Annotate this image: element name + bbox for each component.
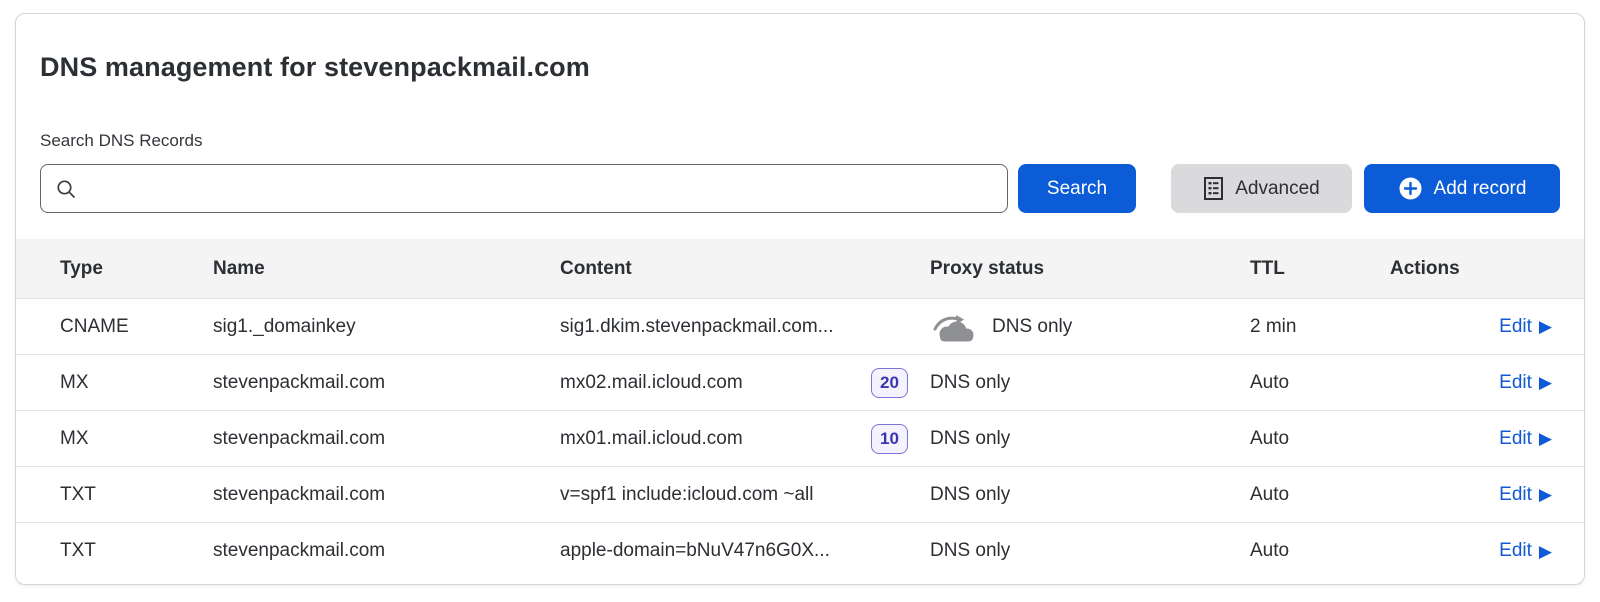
cell-proxy-status: DNS only (930, 372, 1250, 394)
header-proxy-status: Proxy status (930, 258, 1250, 280)
cell-name: sig1._domainkey (213, 316, 560, 338)
table-row: TXT stevenpackmail.com apple-domain=bNuV… (16, 523, 1584, 579)
edit-link[interactable]: Edit ▶ (1499, 540, 1552, 562)
search-box[interactable] (40, 164, 1008, 213)
table-row: CNAME sig1._domainkey sig1.dkim.stevenpa… (16, 299, 1584, 355)
table-row: TXT stevenpackmail.com v=spf1 include:ic… (16, 467, 1584, 523)
proxy-status-text: DNS only (930, 428, 1010, 450)
table-header-row: Type Name Content Proxy status TTL Actio… (16, 239, 1584, 299)
cell-content: apple-domain=bNuV47n6G0X... (560, 540, 930, 562)
cell-type: TXT (60, 540, 213, 562)
edit-link-label: Edit (1499, 428, 1532, 450)
plus-circle-icon (1398, 176, 1423, 201)
cell-ttl: 2 min (1250, 316, 1390, 338)
advanced-list-icon (1203, 176, 1224, 201)
edit-link-label: Edit (1499, 540, 1532, 562)
header-content: Content (560, 258, 930, 280)
edit-link-label: Edit (1499, 484, 1532, 506)
edit-link-label: Edit (1499, 372, 1532, 394)
cell-actions: Edit ▶ (1390, 484, 1584, 506)
add-record-button[interactable]: Add record (1364, 164, 1560, 213)
record-content: mx02.mail.icloud.com (560, 372, 743, 394)
dns-only-cloud-icon (930, 311, 976, 343)
edit-link[interactable]: Edit ▶ (1499, 372, 1552, 394)
priority-badge: 20 (871, 368, 908, 398)
edit-link[interactable]: Edit ▶ (1499, 428, 1552, 450)
record-content: mx01.mail.icloud.com (560, 428, 743, 450)
edit-arrow-icon: ▶ (1539, 486, 1552, 503)
search-label: Search DNS Records (40, 131, 1560, 151)
controls-row: Search Advanced (40, 164, 1560, 213)
cell-type: MX (60, 372, 213, 394)
header-name: Name (213, 258, 560, 280)
dns-records-table: Type Name Content Proxy status TTL Actio… (16, 239, 1584, 579)
page-title: DNS management for stevenpackmail.com (40, 14, 1560, 83)
edit-arrow-icon: ▶ (1539, 318, 1552, 335)
edit-arrow-icon: ▶ (1539, 374, 1552, 391)
cell-name: stevenpackmail.com (213, 540, 560, 562)
cell-proxy-status: DNS only (930, 428, 1250, 450)
cell-name: stevenpackmail.com (213, 372, 560, 394)
cell-type: TXT (60, 484, 213, 506)
cell-ttl: Auto (1250, 372, 1390, 394)
cell-actions: Edit ▶ (1390, 428, 1584, 450)
page-title-prefix: DNS management for (40, 52, 324, 82)
cell-type: MX (60, 428, 213, 450)
cell-type: CNAME (60, 316, 213, 338)
cell-name: stevenpackmail.com (213, 484, 560, 506)
cell-actions: Edit ▶ (1390, 316, 1584, 338)
header-actions: Actions (1390, 258, 1584, 280)
advanced-button[interactable]: Advanced (1171, 164, 1352, 213)
cell-name: stevenpackmail.com (213, 428, 560, 450)
proxy-status-text: DNS only (930, 484, 1010, 506)
edit-link[interactable]: Edit ▶ (1499, 316, 1552, 338)
cell-proxy-status: DNS only (930, 311, 1250, 343)
cell-content: mx01.mail.icloud.com 10 (560, 424, 930, 454)
cell-ttl: Auto (1250, 428, 1390, 450)
proxy-status-text: DNS only (930, 372, 1010, 394)
cell-ttl: Auto (1250, 484, 1390, 506)
page-title-domain: stevenpackmail.com (324, 52, 590, 82)
cell-actions: Edit ▶ (1390, 372, 1584, 394)
header-type: Type (60, 258, 213, 280)
add-record-button-label: Add record (1434, 178, 1527, 200)
dns-management-card: DNS management for stevenpackmail.com Se… (15, 13, 1585, 585)
cell-ttl: Auto (1250, 540, 1390, 562)
advanced-button-label: Advanced (1235, 178, 1320, 200)
proxy-status-text: DNS only (992, 316, 1072, 338)
edit-link[interactable]: Edit ▶ (1499, 484, 1552, 506)
cell-content: sig1.dkim.stevenpackmail.com... (560, 316, 930, 338)
edit-link-label: Edit (1499, 316, 1532, 338)
search-icon (55, 178, 77, 200)
table-row: MX stevenpackmail.com mx02.mail.icloud.c… (16, 355, 1584, 411)
proxy-status-text: DNS only (930, 540, 1010, 562)
record-content: v=spf1 include:icloud.com ~all (560, 484, 813, 506)
search-button[interactable]: Search (1018, 164, 1136, 213)
edit-arrow-icon: ▶ (1539, 543, 1552, 560)
record-content: apple-domain=bNuV47n6G0X... (560, 540, 830, 562)
edit-arrow-icon: ▶ (1539, 430, 1552, 447)
cell-proxy-status: DNS only (930, 540, 1250, 562)
search-input[interactable] (87, 165, 993, 212)
header-ttl: TTL (1250, 258, 1390, 280)
table-row: MX stevenpackmail.com mx01.mail.icloud.c… (16, 411, 1584, 467)
table-body: CNAME sig1._domainkey sig1.dkim.stevenpa… (16, 299, 1584, 579)
cell-actions: Edit ▶ (1390, 540, 1584, 562)
cell-proxy-status: DNS only (930, 484, 1250, 506)
cell-content: v=spf1 include:icloud.com ~all (560, 484, 930, 506)
priority-badge: 10 (871, 424, 908, 454)
cell-content: mx02.mail.icloud.com 20 (560, 368, 930, 398)
record-content: sig1.dkim.stevenpackmail.com... (560, 316, 834, 338)
